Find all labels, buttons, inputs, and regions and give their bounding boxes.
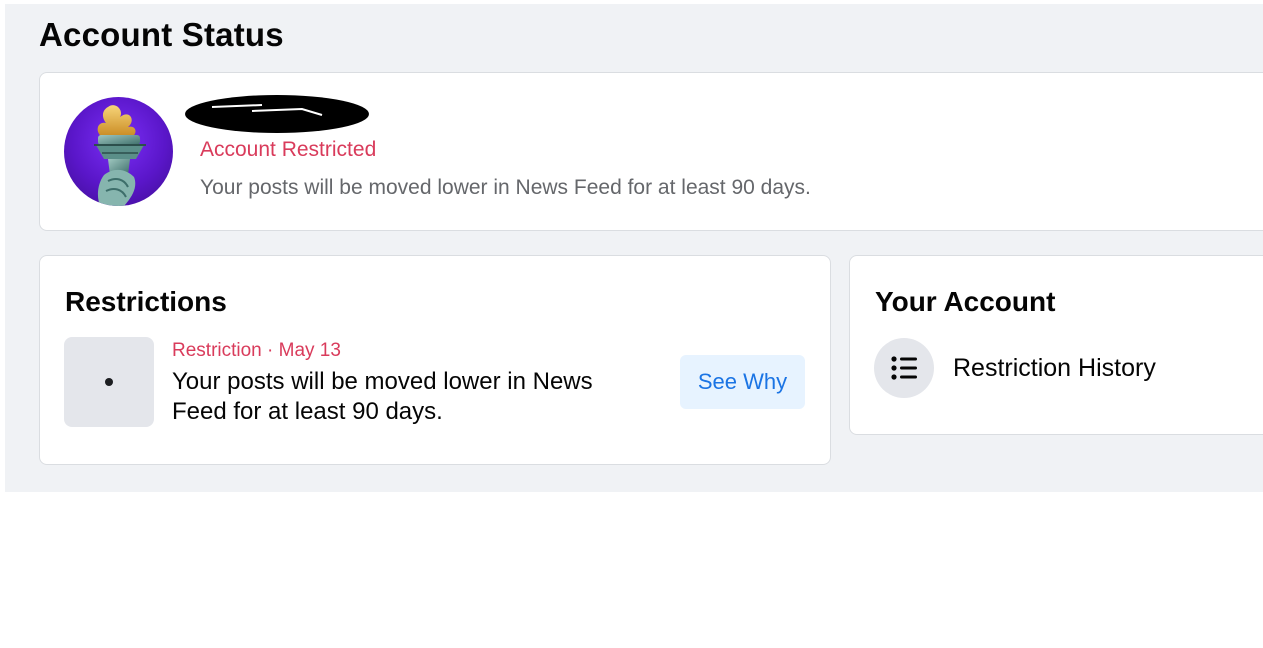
restriction-meta: Restriction · May 13 <box>172 340 341 361</box>
bullet-dot-icon <box>105 378 113 386</box>
your-account-title: Your Account <box>875 286 1056 317</box>
restriction-thumbnail <box>64 337 154 427</box>
list-icon <box>874 338 934 398</box>
restriction-history-label: Restriction History <box>953 353 1156 382</box>
your-account-card: Your Account Restriction History <box>849 255 1263 435</box>
redacted-name-scribble <box>185 95 369 133</box>
status-description: Your posts will be moved lower in News F… <box>200 176 811 199</box>
torch-statue-image <box>94 105 146 206</box>
account-restricted-label: Account Restricted <box>200 138 377 161</box>
restriction-history-link[interactable]: Restriction History <box>874 338 1254 398</box>
profile-avatar[interactable] <box>64 97 173 206</box>
restriction-description: Your posts will be moved lower in News F… <box>172 368 593 425</box>
account-status-card: Account Restricted Your posts will be mo… <box>39 72 1263 231</box>
restrictions-card: Restrictions Restriction · May 13 Your p… <box>39 255 831 465</box>
see-why-button[interactable]: See Why <box>680 355 805 409</box>
page-title: Account Status <box>39 16 284 53</box>
restrictions-title: Restrictions <box>65 286 227 317</box>
top-strip <box>1250 0 1263 4</box>
